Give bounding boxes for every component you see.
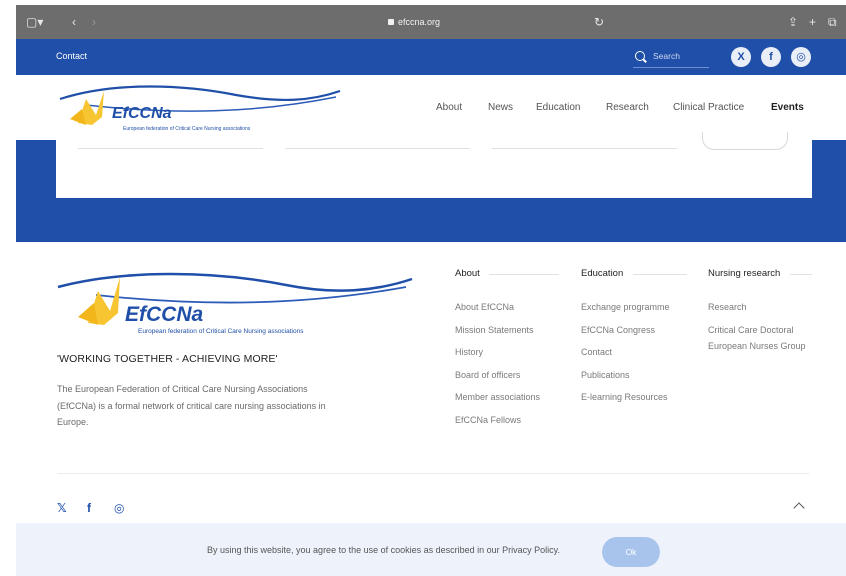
footer-logo-subtitle: European federation of Critical Care Nur… bbox=[138, 328, 304, 335]
footer-link[interactable]: Publications bbox=[581, 364, 686, 387]
logo-subtitle: European federation of Critical Care Nur… bbox=[123, 126, 251, 132]
footer-link[interactable]: Critical Care Doctoral European Nurses G… bbox=[708, 319, 810, 354]
footer-link[interactable]: About EfCCNa bbox=[455, 296, 560, 319]
site-header: EfCCNa European federation of Critical C… bbox=[16, 75, 846, 140]
column-title: About bbox=[455, 268, 480, 279]
back-icon[interactable]: ‹ bbox=[72, 14, 76, 30]
nav-clinical-practice[interactable]: Clinical Practice bbox=[673, 102, 744, 113]
facebook-icon[interactable]: f bbox=[761, 47, 781, 67]
footer-link[interactable]: Exchange programme bbox=[581, 296, 686, 319]
cookie-text: By using this website, you agree to the … bbox=[207, 545, 561, 555]
footer-facebook-icon[interactable]: f bbox=[87, 501, 91, 515]
nav-events[interactable]: Events bbox=[771, 102, 804, 113]
content-card bbox=[56, 132, 812, 198]
cookie-ok-button[interactable]: Ok bbox=[602, 537, 660, 567]
footer-instagram-icon[interactable]: ◎ bbox=[114, 501, 124, 515]
column-rule bbox=[489, 274, 559, 275]
nav-education[interactable]: Education bbox=[536, 102, 580, 113]
card-field-underline bbox=[285, 148, 470, 149]
card-field-underline bbox=[78, 148, 263, 149]
forward-icon[interactable]: › bbox=[92, 14, 96, 30]
search-placeholder: Search bbox=[653, 51, 680, 61]
footer-column-education: Education Exchange programme EfCCNa Cong… bbox=[581, 268, 687, 409]
column-rule bbox=[633, 274, 687, 275]
scroll-to-top-icon[interactable] bbox=[793, 502, 805, 514]
footer-link[interactable]: Member associations bbox=[455, 386, 560, 409]
browser-toolbar: ▢▾ ‹ › efccna.org ↻ ⇪ + ⧉ bbox=[16, 5, 846, 39]
footer-divider bbox=[57, 473, 809, 474]
footer-link[interactable]: Contact bbox=[581, 341, 686, 364]
top-utility-bar: Contact Search X f ◎ bbox=[16, 39, 846, 75]
sidebar-toggle-icon[interactable]: ▢▾ bbox=[26, 14, 43, 30]
footer-link[interactable]: EfCCNa Congress bbox=[581, 319, 686, 342]
card-field-underline bbox=[492, 148, 677, 149]
footer-column-about: About About EfCCNa Mission Statements Hi… bbox=[455, 268, 560, 431]
hero-blue-section bbox=[16, 132, 846, 242]
address-bar[interactable]: efccna.org bbox=[388, 15, 440, 29]
lock-icon bbox=[388, 19, 394, 25]
footer-tagline: 'WORKING TOGETHER - ACHIEVING MORE' bbox=[57, 353, 278, 365]
footer-description: The European Federation of Critical Care… bbox=[57, 384, 326, 427]
cookie-banner: By using this website, you agree to the … bbox=[16, 523, 846, 576]
card-button[interactable] bbox=[702, 132, 788, 150]
nav-about[interactable]: About bbox=[436, 102, 462, 113]
footer-column-nursing-research: Nursing research Research Critical Care … bbox=[708, 268, 813, 354]
footer-link[interactable]: EfCCNa Fellows bbox=[455, 409, 560, 432]
footer-link[interactable]: Board of officers bbox=[455, 364, 560, 387]
nav-news[interactable]: News bbox=[488, 102, 513, 113]
reload-icon[interactable]: ↻ bbox=[594, 14, 604, 30]
column-title: Education bbox=[581, 268, 624, 279]
search-icon bbox=[635, 51, 645, 61]
column-title: Nursing research bbox=[708, 268, 781, 279]
footer-x-icon[interactable]: 𝕏 bbox=[57, 501, 67, 515]
tabs-overview-icon[interactable]: ⧉ bbox=[828, 14, 837, 30]
footer-logo[interactable]: EfCCNa European federation of Critical C… bbox=[56, 265, 416, 345]
column-rule bbox=[790, 274, 812, 275]
url-text: efccna.org bbox=[398, 17, 441, 27]
footer-link[interactable]: History bbox=[455, 341, 560, 364]
nav-research[interactable]: Research bbox=[606, 102, 649, 113]
instagram-icon[interactable]: ◎ bbox=[791, 47, 811, 67]
footer-link[interactable]: Mission Statements bbox=[455, 319, 560, 342]
share-icon[interactable]: ⇪ bbox=[788, 14, 798, 30]
footer-link[interactable]: E-learning Resources bbox=[581, 386, 686, 409]
search-input[interactable]: Search bbox=[633, 48, 709, 68]
x-social-icon[interactable]: X bbox=[731, 47, 751, 67]
header-logo[interactable]: EfCCNa European federation of Critical C… bbox=[56, 79, 346, 144]
footer-logo-brand: EfCCNa bbox=[125, 303, 204, 326]
logo-brand: EfCCNa bbox=[112, 105, 172, 122]
contact-link[interactable]: Contact bbox=[56, 51, 87, 61]
new-tab-icon[interactable]: + bbox=[809, 14, 816, 30]
footer-link[interactable]: Research bbox=[708, 296, 813, 319]
